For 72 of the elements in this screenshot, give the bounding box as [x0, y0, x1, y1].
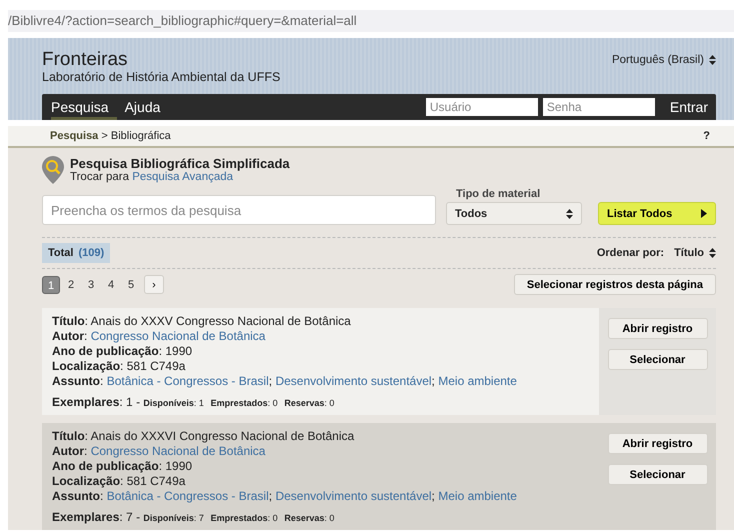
play-icon	[701, 209, 707, 218]
field-label: Autor:	[52, 444, 88, 458]
copies-summary: Exemplares: 1 -	[52, 395, 140, 409]
sort-label: Ordenar por:	[596, 247, 664, 259]
field-label: Título:	[52, 314, 88, 328]
copies-detail: Disponíveis: 7	[143, 513, 204, 523]
site-title: Fronteiras	[42, 50, 129, 70]
subject-link[interactable]: Meio ambiente	[438, 374, 517, 388]
page-link[interactable]: 3	[82, 276, 100, 294]
copies-detail: Reservas: 0	[284, 398, 334, 408]
select-page-button[interactable]: Selecionar registros desta página	[514, 274, 716, 295]
nav-tab[interactable]: Pesquisa	[51, 94, 117, 120]
copies-detail: Reservas: 0	[284, 513, 334, 523]
field-label: Autor:	[52, 329, 88, 343]
field-value: Anais do XXXV Congresso Nacional de Botânica	[90, 314, 351, 328]
field-label: Assunto:	[52, 374, 104, 388]
help-link[interactable]: ?	[703, 130, 710, 142]
copies-summary: Exemplares: 7 -	[52, 510, 140, 524]
field-label: Localização:	[52, 359, 124, 373]
breadcrumb: Pesquisa > Bibliográfica	[50, 130, 171, 142]
field-label: Ano de publicação:	[52, 344, 162, 358]
page-link[interactable]: 5	[122, 276, 140, 294]
field-label: Assunto:	[52, 489, 104, 503]
subject-link[interactable]: Botânica - Congressos - Brasil	[106, 374, 269, 388]
address-bar[interactable]: /Biblivre4/?action=search_bibliographic#query=&material=all	[8, 10, 734, 32]
language-selector[interactable]: Português (Brasil)	[612, 54, 704, 66]
search-field[interactable]: Preencha os termos da pesquisa	[42, 195, 436, 225]
separator: ;	[432, 489, 435, 503]
author-link[interactable]: Congresso Nacional de Botânica	[90, 329, 266, 343]
copies-detail: Emprestados: 0	[210, 398, 278, 408]
subject-link[interactable]: Desenvolvimento sustentável	[275, 374, 432, 388]
field-label: Localização:	[52, 474, 124, 488]
subject-link[interactable]: Botânica - Congressos - Brasil	[106, 489, 269, 503]
record-button[interactable]: Selecionar	[608, 349, 708, 370]
sort-arrows-icon	[709, 248, 716, 258]
switch-label: Trocar para	[70, 171, 130, 183]
total-badge: Total (109)	[42, 243, 110, 263]
field-value: 581 C749a	[126, 474, 186, 488]
next-page-button[interactable]: ›	[144, 275, 164, 294]
copies-detail: Emprestados: 0	[210, 513, 278, 523]
sort-arrows-icon	[566, 208, 573, 218]
field-label: Título:	[52, 429, 88, 443]
field-value: 1990	[165, 344, 192, 358]
username-field[interactable]: Usuário	[426, 98, 538, 116]
field-value: 1990	[165, 459, 192, 473]
sort-selector[interactable]: Título	[674, 247, 704, 259]
record-button[interactable]: Abrir registro	[608, 318, 708, 339]
search-pin-icon	[42, 156, 64, 184]
password-field[interactable]: Senha	[542, 98, 655, 116]
field-value: Anais do XXXVI Congresso Nacional de Botânica	[90, 429, 354, 443]
search-title: Pesquisa Bibliográfica Simplificada	[70, 156, 290, 171]
subject-link[interactable]: Desenvolvimento sustentável	[275, 489, 432, 503]
nav-tab[interactable]: Ajuda	[116, 94, 168, 120]
separator: ;	[432, 374, 435, 388]
material-select[interactable]: Todos	[446, 202, 582, 225]
sort-arrows-icon	[709, 55, 716, 65]
page-link[interactable]: 4	[102, 276, 120, 294]
material-label: Tipo de material	[455, 188, 542, 200]
author-link[interactable]: Congresso Nacional de Botânica	[90, 444, 266, 458]
copies-detail: Disponíveis: 1	[143, 398, 204, 408]
record-button[interactable]: Abrir registro	[608, 433, 708, 454]
login-button[interactable]: Entrar	[660, 99, 708, 115]
page-link[interactable]: 2	[62, 276, 80, 294]
record-button[interactable]: Selecionar	[608, 464, 708, 485]
separator: ;	[268, 489, 272, 503]
list-all-button[interactable]: Listar Todos	[598, 202, 716, 225]
separator: ;	[268, 374, 272, 388]
field-label: Ano de publicação:	[52, 459, 162, 473]
subject-link[interactable]: Meio ambiente	[438, 489, 517, 503]
advanced-search-link[interactable]: Pesquisa Avançada	[132, 171, 234, 183]
field-value: 581 C749a	[126, 359, 186, 373]
site-subtitle: Laboratório de História Ambiental da UFFS	[42, 70, 280, 84]
